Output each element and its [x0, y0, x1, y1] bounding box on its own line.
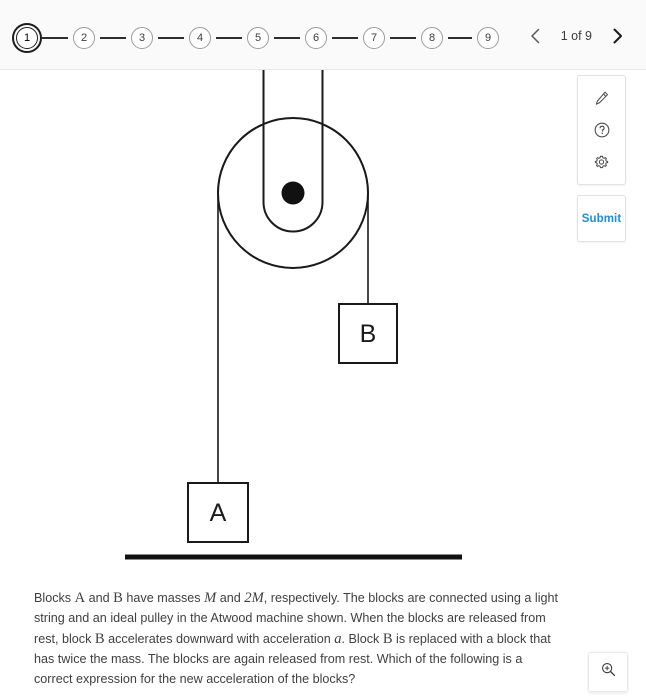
previous-question-button[interactable]: [521, 22, 551, 50]
submit-button[interactable]: Submit: [577, 195, 626, 242]
step-connector: [100, 37, 126, 39]
step-connector: [274, 37, 300, 39]
step-connector: [448, 37, 472, 39]
page-counter: 1 of 9: [560, 29, 592, 43]
step-label: 7: [363, 27, 385, 49]
q-seg-6: accelerates downward with acceleration: [104, 631, 335, 646]
q-sym-a: A: [74, 590, 86, 606]
block-b-label: B: [360, 320, 377, 348]
string-over-pulley-left: [217, 124, 263, 194]
pulley-bracket: [262, 70, 324, 233]
atwood-machine-figure: B A: [0, 70, 570, 575]
settings-tool[interactable]: [587, 148, 617, 176]
step-connector: [332, 37, 358, 39]
block-a-label: A: [210, 499, 227, 527]
step-label: 5: [247, 27, 269, 49]
step-label: 3: [131, 27, 153, 49]
q-sym-b2: B: [94, 630, 105, 647]
question-page: 1 2 3 4 5 6 7 8 9 1 of 9 Submit B A Bloc…: [0, 0, 646, 700]
help-tool[interactable]: [587, 116, 617, 144]
step-label: 4: [189, 27, 211, 49]
chevron-left-icon: [530, 28, 541, 44]
question-stepper: 1 2 3 4 5 6 7 8 9: [12, 22, 504, 54]
question-text: Blocks A and B have masses M and 2M, res…: [34, 588, 558, 689]
question-header-bar: 1 2 3 4 5 6 7 8 9 1 of 9: [0, 0, 646, 70]
step-label: 2: [73, 27, 95, 49]
pencil-icon: [593, 90, 610, 107]
string-over-pulley-right: [323, 124, 369, 194]
step-connector: [390, 37, 416, 39]
step-connector: [158, 37, 184, 39]
pagination-control: 1 of 9: [521, 22, 632, 50]
step-indicator-2[interactable]: 2: [68, 22, 100, 54]
zoom-in-button[interactable]: [588, 652, 628, 692]
q-seg-4: and: [216, 591, 245, 605]
step-indicator-7[interactable]: 7: [358, 22, 390, 54]
pulley-axle: [281, 181, 305, 205]
q-seg-7: . Block: [341, 631, 383, 646]
step-indicator-8[interactable]: 8: [416, 22, 448, 54]
q-sym-b3: B: [382, 630, 393, 647]
question-circle-icon: [593, 121, 611, 139]
step-indicator-5[interactable]: 5: [242, 22, 274, 54]
q-sym-2m: 2M: [244, 590, 264, 606]
step-indicator-3[interactable]: 3: [126, 22, 158, 54]
q-seg-1: Blocks: [34, 591, 75, 605]
step-label: 6: [305, 27, 327, 49]
step-indicator-9[interactable]: 9: [472, 22, 504, 54]
step-indicator-1[interactable]: 1: [12, 23, 42, 53]
q-seg-2: and: [85, 591, 114, 605]
q-seg-3: have masses: [122, 591, 205, 605]
gear-icon: [592, 153, 611, 172]
chevron-right-icon: [612, 28, 623, 44]
zoom-in-icon: [600, 661, 617, 683]
submit-label: Submit: [581, 212, 622, 225]
next-question-button[interactable]: [602, 22, 632, 50]
step-connector: [42, 37, 68, 39]
step-indicator-6[interactable]: 6: [300, 22, 332, 54]
annotate-tool[interactable]: [587, 84, 617, 112]
q-sym-accel: a: [334, 630, 342, 647]
step-label: 1: [16, 27, 38, 49]
step-label: 8: [421, 27, 443, 49]
q-sym-m: M: [204, 590, 217, 606]
step-label: 9: [477, 27, 499, 49]
q-sym-b: B: [113, 590, 123, 606]
tool-rail: [577, 75, 626, 185]
step-indicator-4[interactable]: 4: [184, 22, 216, 54]
step-connector: [216, 37, 242, 39]
